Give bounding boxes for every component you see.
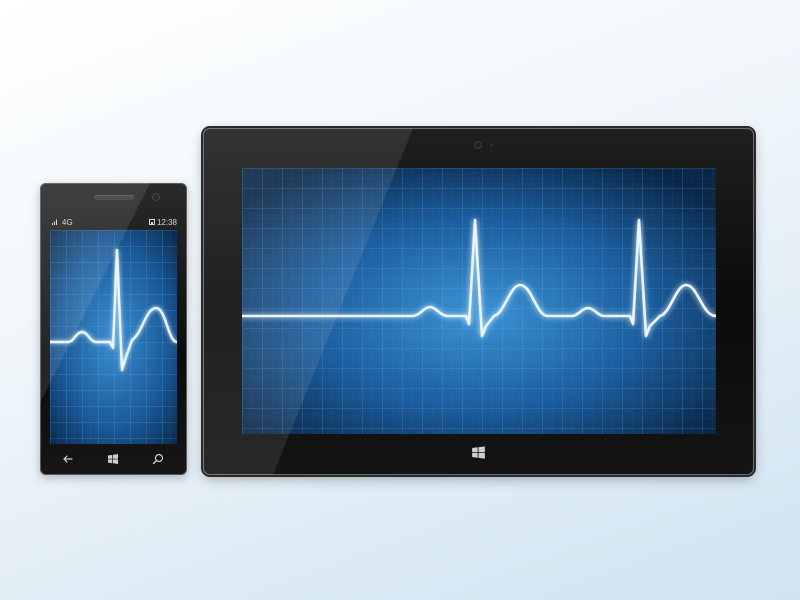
tablet-ecg-display [242, 168, 716, 434]
battery-icon [149, 219, 155, 225]
network-type: 4G [62, 218, 73, 227]
phone-ecg-display [50, 230, 177, 444]
back-arrow-icon[interactable] [60, 451, 76, 467]
tablet [203, 128, 754, 475]
phone-navigation-bar [40, 449, 187, 469]
phone-front-camera [152, 193, 160, 201]
search-icon[interactable] [150, 451, 166, 467]
smartphone: 4G 12:38 [40, 183, 187, 475]
phone-screen [50, 230, 177, 444]
windows-start-icon[interactable] [470, 444, 487, 461]
signal-icon [52, 219, 57, 225]
windows-start-icon[interactable] [105, 451, 121, 467]
tablet-sensor [490, 144, 493, 147]
tablet-screen [242, 168, 716, 434]
phone-earpiece [94, 195, 134, 200]
phone-status-bar: 4G 12:38 [46, 217, 181, 229]
status-time: 12:38 [156, 218, 177, 227]
tablet-front-camera [474, 141, 482, 149]
